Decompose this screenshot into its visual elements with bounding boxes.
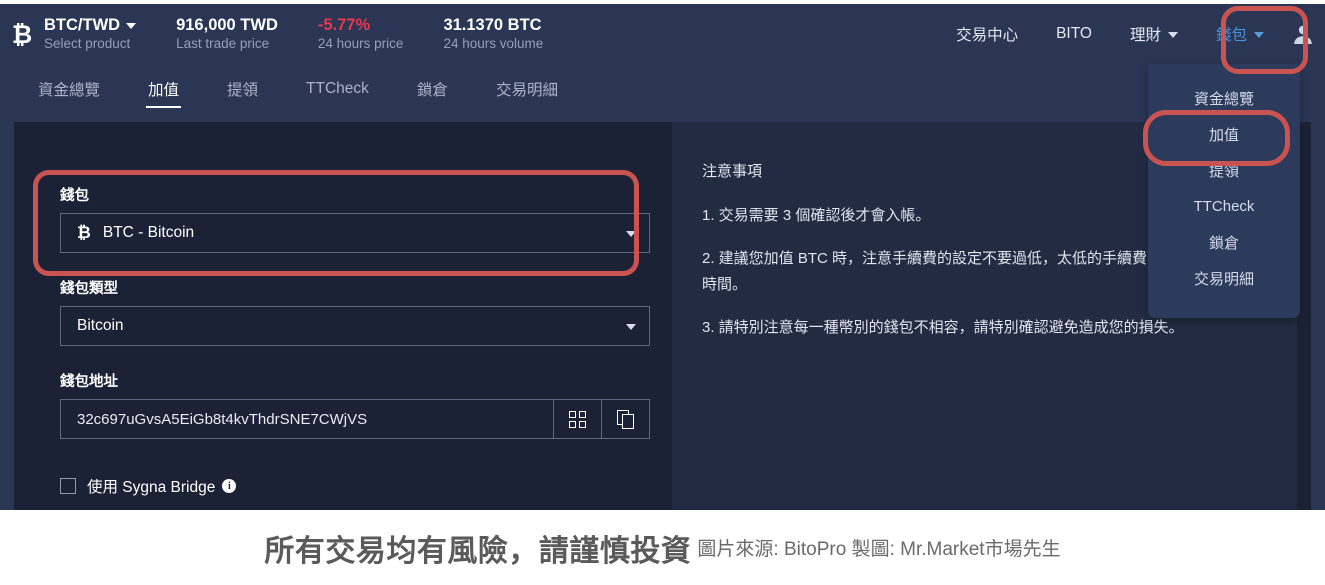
deposit-form: 錢包 ₿ BTC - Bitcoin 錢包類型 Bitcoin 錢包地址 32c…: [60, 184, 650, 497]
user-avatar-icon[interactable]: [1289, 4, 1317, 64]
copy-address-button[interactable]: [601, 400, 649, 438]
wallet-dropdown-menu: 資金總覽 加值 提領 TTCheck 鎖倉 交易明細: [1148, 64, 1300, 318]
ticker-product[interactable]: BTC/TWD Select product: [44, 15, 137, 53]
note-item: 3. 請特別注意每一種幣別的錢包不相容，請特別確認避免造成您的損失。: [702, 319, 1184, 336]
chevron-down-icon[interactable]: [126, 23, 137, 29]
wallet-menu-item-transaction-details-label: 交易明細: [1193, 270, 1254, 288]
wallet-menu-item-deposit[interactable]: 加值: [1148, 116, 1300, 152]
wallet-address-row: 32c697uGvsA5EiGb8t4kvThdrSNE7CWjVS: [60, 399, 650, 439]
wallet-menu-item-asset-overview-label: 資金總覽: [1193, 90, 1254, 108]
sygna-bridge-label-wrap: 使用 Sygna Bridge i: [87, 475, 237, 497]
caption-source-text: 圖片來源: BitoPro 製圖: Mr.Market市場先生: [697, 539, 1061, 560]
tab-withdraw-label: 提領: [227, 81, 259, 99]
deposit-card: 錢包 ₿ BTC - Bitcoin 錢包類型 Bitcoin 錢包地址 32c…: [14, 122, 1311, 510]
nav-item-trading-center[interactable]: 交易中心: [937, 4, 1037, 64]
wallet-menu-item-transaction-details[interactable]: 交易明細: [1148, 260, 1300, 296]
qr-code-button[interactable]: [553, 400, 601, 438]
sygna-bridge-checkbox[interactable]: [60, 478, 76, 494]
wallet-menu-item-lockup[interactable]: 鎖倉: [1148, 224, 1300, 260]
tab-lockup-label: 鎖倉: [416, 81, 448, 99]
ticker-last-price-value: 916,000 TWD: [176, 16, 278, 34]
ticker-24h-volume-value: 31.1370 BTC: [443, 16, 542, 34]
wallet-address-field-label: 錢包地址: [60, 374, 118, 390]
wallet-address-value[interactable]: 32c697uGvsA5EiGb8t4kvThdrSNE7CWjVS: [61, 400, 553, 438]
tab-transaction-details-label: 交易明細: [495, 81, 558, 99]
wallet-menu-item-deposit-label: 加值: [1208, 126, 1239, 144]
ticker-24h-change: -5.77% 24 hours price: [318, 15, 404, 53]
info-icon[interactable]: i: [222, 479, 237, 493]
sygna-bridge-label: 使用 Sygna Bridge: [87, 479, 216, 496]
tab-deposit[interactable]: 加值: [124, 64, 203, 113]
ticker-last-price-label: Last trade price: [176, 36, 270, 51]
nav-item-bito-label: BITO: [1056, 25, 1092, 42]
tab-transaction-details[interactable]: 交易明細: [472, 64, 582, 113]
top-header-bar: ₿ BTC/TWD Select product 916,000 TWD Las…: [0, 4, 1325, 64]
wallet-field-label: 錢包: [60, 188, 89, 204]
wallet-menu-item-lockup-label: 鎖倉: [1208, 234, 1239, 252]
wallet-select[interactable]: ₿ BTC - Bitcoin: [60, 213, 650, 253]
wallet-menu-item-withdraw-label: 提領: [1208, 162, 1239, 180]
ticker-last-price: 916,000 TWD Last trade price: [176, 15, 278, 53]
chevron-down-icon: [1167, 32, 1178, 38]
ticker-product-value: BTC/TWD: [44, 16, 121, 34]
tab-ttcheck[interactable]: TTCheck: [282, 64, 393, 113]
ticker-24h-change-label: 24 hours price: [317, 36, 404, 51]
nav-item-wallet[interactable]: 錢包: [1197, 4, 1283, 64]
wallet-select-value: BTC - Bitcoin: [102, 224, 195, 241]
nav-item-trading-center-label: 交易中心: [956, 27, 1019, 44]
main-navigation: 交易中心 BITO 理財 錢包: [937, 4, 1325, 64]
ticker-24h-volume-label: 24 hours volume: [443, 36, 544, 51]
wallet-type-select-value: Bitcoin: [77, 317, 124, 334]
chevron-down-icon: [1254, 32, 1264, 38]
wallet-menu-item-ttcheck-label: TTCheck: [1193, 197, 1255, 215]
wallet-menu-item-ttcheck[interactable]: TTCheck: [1148, 188, 1300, 224]
tab-asset-overview-label: 資金總覽: [38, 81, 101, 99]
bottom-caption: 所有交易均有風險，請謹慎投資 圖片來源: BitoPro 製圖: Mr.Mark…: [0, 510, 1325, 585]
wallet-tab-bar: 資金總覽 加值 提領 TTCheck 鎖倉 交易明細: [0, 64, 1325, 113]
ticker-24h-volume: 31.1370 BTC 24 hours volume: [443, 15, 543, 53]
wallet-menu-item-withdraw[interactable]: 提領: [1148, 152, 1300, 188]
ticker-group: BTC/TWD Select product 916,000 TWD Last …: [44, 15, 583, 53]
nav-item-finance-label: 理財: [1129, 27, 1161, 44]
wallet-type-field-label: 錢包類型: [60, 281, 118, 297]
tab-ttcheck-label: TTCheck: [306, 79, 369, 97]
caption-main-text: 所有交易均有風險，請謹慎投資: [264, 534, 692, 568]
wallet-menu-item-asset-overview[interactable]: 資金總覽: [1148, 80, 1300, 116]
bitcoin-icon: ₿: [77, 223, 91, 243]
qr-code-icon: [569, 410, 586, 428]
nav-item-wallet-label: 錢包: [1215, 27, 1247, 44]
tab-withdraw[interactable]: 提領: [203, 64, 282, 113]
main-content-area: 錢包 ₿ BTC - Bitcoin 錢包類型 Bitcoin 錢包地址 32c…: [0, 113, 1325, 510]
ticker-product-label: Select product: [44, 36, 131, 51]
nav-item-finance[interactable]: 理財: [1111, 4, 1197, 64]
tab-deposit-label: 加值: [148, 81, 180, 99]
chevron-down-icon[interactable]: [626, 231, 636, 237]
tab-asset-overview[interactable]: 資金總覽: [14, 64, 124, 113]
tab-lockup[interactable]: 鎖倉: [393, 64, 472, 113]
wallet-type-select[interactable]: Bitcoin: [60, 306, 650, 346]
copy-icon: [617, 409, 634, 429]
chevron-down-icon[interactable]: [626, 324, 636, 330]
nav-item-bito[interactable]: BITO: [1037, 4, 1111, 64]
sygna-bridge-row[interactable]: 使用 Sygna Bridge i: [60, 475, 650, 497]
app-page: ₿ BTC/TWD Select product 916,000 TWD Las…: [0, 0, 1325, 585]
bitcoin-icon: ₿: [11, 19, 33, 49]
ticker-24h-change-value: -5.77%: [317, 16, 371, 34]
